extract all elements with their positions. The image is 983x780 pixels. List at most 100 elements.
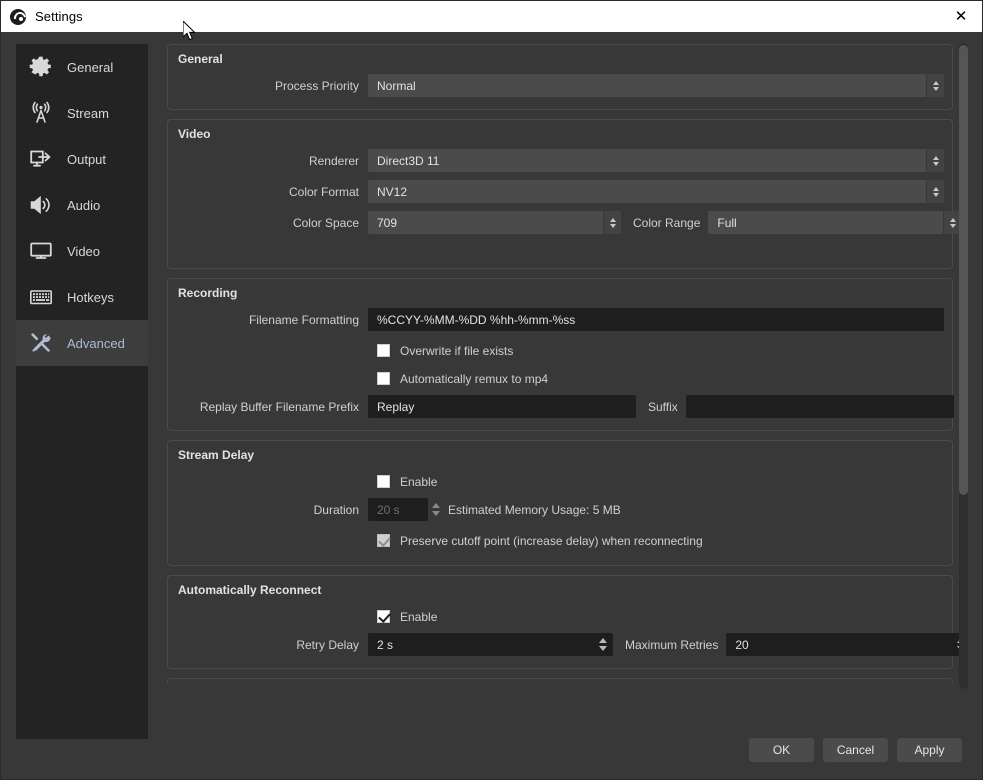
sidebar-item-label: Output [67, 151, 107, 167]
chevron-updown-icon[interactable] [603, 211, 621, 234]
section-title: Stream Delay [178, 448, 255, 462]
monitor-out-icon [26, 144, 56, 174]
title-bar: Settings ✕ [1, 1, 982, 32]
sidebar-item-hotkeys[interactable]: Hotkeys [16, 274, 148, 320]
filename-formatting-input[interactable]: %CCYY-%MM-%DD %hh-%mm-%ss [368, 308, 944, 331]
cancel-button[interactable]: Cancel [823, 738, 888, 762]
section-stream-delay: Stream Delay Enable Duration 20 s Estima… [167, 440, 953, 566]
section-general: General Process Priority Normal [167, 44, 953, 110]
replay-prefix-label: Replay Buffer Filename Prefix [199, 399, 359, 414]
dialog-footer: OK Cancel Apply [1, 721, 982, 779]
obs-logo-icon [10, 8, 26, 25]
row-renderer: Renderer Direct3D 11 [178, 147, 944, 174]
section-title: General [178, 52, 223, 66]
sidebar-item-label: Stream [67, 105, 109, 121]
max-retries-spinner[interactable]: 20 [726, 633, 961, 656]
retry-delay-spinner[interactable]: 2 s [368, 633, 613, 656]
apply-button[interactable]: Apply [897, 738, 962, 762]
overwrite-checkbox[interactable] [377, 344, 390, 357]
display-icon [26, 236, 56, 266]
settings-sidebar[interactable]: General Stream Output Audio Video Hotkey… [16, 44, 148, 739]
overwrite-label: Overwrite if file exists [400, 343, 514, 358]
row-reconnect-enable: Enable [178, 603, 942, 630]
spinner-arrows-icon[interactable] [428, 498, 444, 521]
ok-button[interactable]: OK [749, 738, 814, 762]
row-process-priority: Process Priority Normal [178, 72, 944, 99]
color-format-value: NV12 [377, 184, 408, 199]
remux-checkbox[interactable] [377, 372, 390, 385]
retry-delay-value: 2 s [377, 637, 394, 652]
color-space-value: 709 [377, 215, 398, 230]
window-title: Settings [35, 9, 83, 24]
sidebar-item-label: General [67, 59, 114, 75]
duration-spinner[interactable]: 20 s [368, 498, 440, 521]
renderer-value: Direct3D 11 [377, 153, 440, 168]
gear-icon [26, 52, 56, 82]
scrollbar-thumb[interactable] [959, 45, 968, 495]
sidebar-item-stream[interactable]: Stream [16, 90, 148, 136]
sidebar-item-general[interactable]: General [16, 44, 148, 90]
filename-formatting-label: Filename Formatting [248, 312, 359, 327]
renderer-label: Renderer [308, 153, 359, 168]
keyboard-icon [26, 282, 56, 312]
preserve-cutoff-checkbox[interactable] [377, 534, 390, 547]
max-retries-label: Maximum Retries [625, 637, 719, 652]
section-title: Automatically Reconnect [178, 583, 322, 597]
spinner-arrows-icon[interactable] [595, 633, 611, 656]
row-retry-delay: Retry Delay 2 s Maximum Retries 20 [178, 631, 961, 658]
section-network: Network [167, 678, 953, 684]
sidebar-item-label: Hotkeys [67, 289, 114, 305]
color-format-select[interactable]: NV12 [368, 180, 944, 203]
duration-value: 20 s [377, 502, 400, 517]
row-preserve-cutoff: Preserve cutoff point (increase delay) w… [178, 527, 942, 554]
duration-label: Duration [313, 502, 359, 517]
sidebar-item-label: Video [67, 243, 101, 259]
sidebar-item-advanced[interactable]: Advanced [16, 320, 148, 366]
section-reconnect: Automatically Reconnect Enable Retry Del… [167, 575, 961, 669]
sidebar-item-audio[interactable]: Audio [16, 182, 148, 228]
color-range-select[interactable]: Full [708, 211, 961, 234]
row-replay-prefix: Replay Buffer Filename Prefix Replay Suf… [178, 393, 954, 420]
renderer-select[interactable]: Direct3D 11 [368, 149, 944, 172]
process-priority-value: Normal [377, 78, 416, 93]
sidebar-item-video[interactable]: Video [16, 228, 148, 274]
retry-delay-label: Retry Delay [296, 637, 359, 652]
row-filename-formatting: Filename Formatting %CCYY-%MM-%DD %hh-%m… [178, 306, 944, 333]
stream-delay-enable-label: Enable [400, 474, 438, 489]
reconnect-enable-checkbox[interactable] [377, 610, 390, 623]
suffix-label: Suffix [648, 399, 678, 414]
content-scrollbar[interactable] [959, 43, 968, 689]
close-icon[interactable]: ✕ [938, 1, 982, 32]
color-range-value: Full [717, 215, 737, 230]
sidebar-item-label: Audio [67, 197, 101, 213]
color-format-label: Color Format [288, 184, 359, 199]
reconnect-enable-label: Enable [400, 609, 438, 624]
chevron-updown-icon[interactable] [926, 149, 944, 172]
row-overwrite: Overwrite if file exists [178, 337, 942, 364]
sidebar-item-output[interactable]: Output [16, 136, 148, 182]
remux-label: Automatically remux to mp4 [400, 371, 549, 386]
section-title: Video [178, 127, 211, 141]
speaker-icon [26, 190, 56, 220]
row-color-space-range: Color Space 709 Color Range Full [178, 209, 961, 236]
chevron-updown-icon[interactable] [926, 74, 944, 97]
row-color-format: Color Format NV12 [178, 178, 944, 205]
suffix-input[interactable] [685, 395, 954, 418]
tools-icon [26, 328, 56, 358]
process-priority-label: Process Priority [274, 78, 359, 93]
color-space-label: Color Space [292, 215, 359, 230]
section-title: Recording [178, 286, 238, 300]
settings-window: Settings ✕ General Stream Output Audio V… [0, 0, 983, 780]
color-range-label: Color Range [633, 215, 701, 230]
replay-prefix-input[interactable]: Replay [368, 395, 636, 418]
process-priority-select[interactable]: Normal [368, 74, 944, 97]
color-space-select[interactable]: 709 [368, 211, 621, 234]
stream-delay-enable-checkbox[interactable] [377, 475, 390, 488]
memory-usage-note: Estimated Memory Usage: 5 MB [448, 502, 621, 517]
chevron-updown-icon[interactable] [926, 180, 944, 203]
row-remux: Automatically remux to mp4 [178, 365, 942, 392]
section-video: Video Renderer Direct3D 11 Color Format … [167, 119, 961, 269]
row-duration: Duration 20 s Estimated Memory Usage: 5 … [178, 496, 942, 523]
section-recording: Recording Filename Formatting %CCYY-%MM-… [167, 278, 954, 431]
row-stream-delay-enable: Enable [178, 468, 942, 495]
